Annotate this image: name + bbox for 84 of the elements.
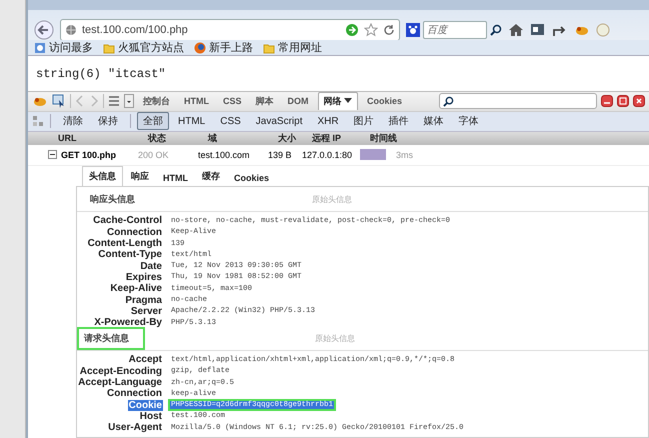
header-name: Expires — [124, 272, 163, 283]
bookmark-item[interactable]: 访问最多 — [34, 40, 93, 56]
header-name: Accept — [128, 354, 163, 366]
panel-tab[interactable]: Cookies — [362, 94, 408, 108]
header-name: Pragma — [124, 294, 163, 306]
size-cell-text: 139 B — [268, 150, 293, 160]
star-icon[interactable] — [364, 23, 378, 37]
bookmark-item[interactable]: 火狐官方站点 — [103, 40, 184, 56]
request-url[interactable]: GET 100.php — [61, 150, 116, 160]
header-name: Content-Length — [86, 238, 163, 250]
column-header[interactable]: 远程 IP — [312, 132, 370, 145]
header-name: Content-Type — [97, 249, 163, 260]
url-text: test.100.com/100.php — [82, 24, 188, 36]
panel-tab[interactable]: 脚本 — [250, 92, 279, 110]
panel-tab[interactable]: 控制台 — [138, 92, 175, 110]
inspect-icon[interactable] — [52, 94, 66, 108]
column-header[interactable]: 状态 — [148, 132, 208, 145]
column-header[interactable]: 域 — [208, 132, 278, 145]
header-name: Connection — [106, 226, 163, 238]
filter-tab[interactable]: HTML — [172, 114, 212, 129]
fox-globe-icon — [194, 42, 206, 54]
header-name: Accept-Encoding — [78, 366, 163, 377]
header-name: Server — [130, 306, 163, 317]
ip-cell-text: 127.0.0.1:80 — [302, 150, 354, 160]
filter-tab[interactable]: JavaScript — [250, 114, 308, 129]
section-title: 响应头信息 — [89, 193, 136, 206]
panel-tab[interactable]: CSS — [218, 94, 247, 108]
detail-tab[interactable]: Cookies — [228, 170, 276, 186]
bookmark-item[interactable]: 新手上路 — [194, 40, 253, 56]
filter-tab[interactable]: 图片 — [348, 112, 380, 130]
back-icon[interactable] — [34, 20, 54, 40]
folder-icon — [263, 42, 275, 54]
search-field[interactable] — [439, 93, 597, 110]
detail-tab[interactable]: HTML — [157, 170, 194, 186]
go-icon[interactable] — [345, 23, 359, 37]
action-button[interactable]: 保持 — [92, 112, 124, 130]
header-name: Keep-Alive — [109, 283, 163, 294]
home-icon[interactable] — [508, 22, 524, 38]
search-icon — [443, 96, 454, 107]
globe-icon — [65, 24, 77, 36]
detail-tab[interactable]: 头信息 — [82, 166, 123, 186]
section-title: 请求头信息 — [77, 327, 145, 350]
history-icon — [34, 42, 46, 54]
header-name: User-Agent — [107, 422, 163, 434]
filter-tab[interactable]: 字体 — [452, 112, 485, 130]
header-name: Connection — [106, 388, 163, 400]
header-name: X-Powered-By — [93, 317, 163, 328]
panel-tab[interactable]: DOM — [282, 94, 314, 108]
detach-icon[interactable] — [617, 95, 629, 108]
close-icon[interactable] — [633, 95, 645, 108]
column-header[interactable]: 时间线 — [370, 132, 649, 145]
folder-icon — [103, 42, 115, 54]
search-icon[interactable] — [490, 24, 502, 36]
output-text: string(6) "itcast" — [36, 66, 166, 80]
menu-icon[interactable] — [108, 96, 120, 106]
column-header[interactable]: URL — [58, 133, 148, 144]
timeline-bar — [360, 149, 386, 160]
detail-tab[interactable]: 缓存 — [196, 166, 226, 186]
time-cell: 3ms — [396, 150, 414, 160]
filter-tab[interactable]: 全部 — [137, 112, 169, 130]
dropdown-icon[interactable] — [124, 94, 134, 108]
filter-tab[interactable]: 插件 — [382, 112, 415, 130]
reload-icon[interactable] — [383, 24, 395, 36]
header-name: Host — [138, 410, 163, 422]
action-button[interactable]: 清除 — [57, 112, 89, 130]
domain-cell-text: test.100.com — [198, 150, 251, 160]
panel-tab[interactable]: 网络 — [318, 92, 358, 110]
header-name: Date — [139, 260, 163, 272]
filter-tab[interactable]: CSS — [214, 114, 247, 129]
panel-tab[interactable]: HTML — [179, 94, 214, 108]
search-field[interactable]: 百度 — [423, 21, 487, 39]
column-header[interactable]: 大小 — [278, 132, 312, 145]
collapse-icon[interactable] — [48, 150, 57, 160]
header-name: Accept-Language — [77, 377, 163, 388]
address-bar[interactable]: test.100.com/100.php — [60, 19, 400, 41]
status-cell-text: 200 OK — [138, 150, 170, 160]
bookmark-item[interactable]: 常用网址 — [263, 40, 322, 56]
filter-tab[interactable]: 媒体 — [418, 112, 450, 130]
header-name: Cookie — [128, 400, 163, 411]
filter-tab[interactable]: XHR — [311, 114, 345, 129]
paw-icon — [406, 23, 420, 37]
minimize-icon[interactable] — [601, 95, 613, 108]
detail-tab[interactable]: 响应 — [125, 166, 155, 186]
header-name: Cache-Control — [92, 215, 163, 226]
